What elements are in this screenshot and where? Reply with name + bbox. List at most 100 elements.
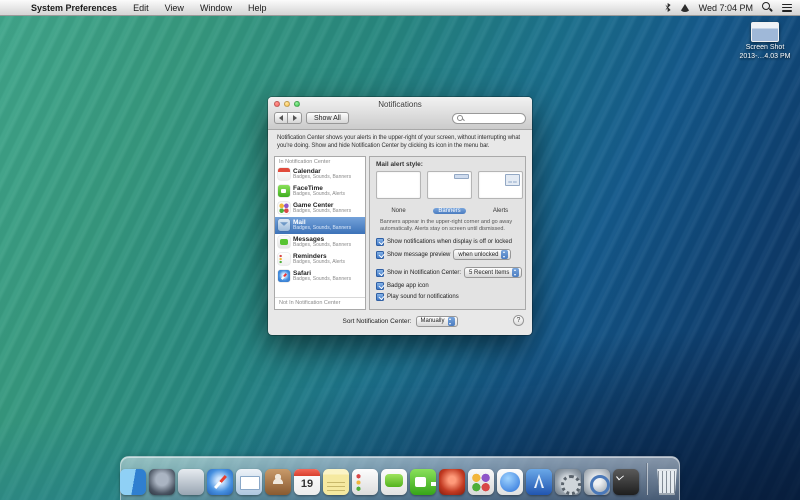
calendar-dock-icon[interactable]: 19 (294, 469, 320, 495)
checkbox-label: Show message preview (387, 252, 450, 258)
menu-bar-clock[interactable]: Wed 7:04 PM (699, 3, 753, 13)
popup-value: 5 Recent Items (469, 270, 509, 276)
sort-label: Sort Notification Center: (342, 318, 411, 325)
screenshot-label-line1: Screen Shot (736, 44, 794, 53)
bluetooth-icon[interactable] (665, 3, 671, 12)
app-row-game-center[interactable]: Game CenterBadges, Sounds, Banners (275, 200, 365, 217)
calendar-day: 19 (294, 477, 320, 492)
banner-preview-graphic (454, 174, 469, 179)
checkbox-row-show-in-nc[interactable]: Show in Notification Center: 5 Recent It… (376, 267, 519, 278)
app-row-calendar[interactable]: CalendarBadges, Sounds, Banners (275, 166, 365, 183)
facetime-dock-icon[interactable] (410, 469, 436, 495)
checkbox-label: Show notifications when display is off o… (387, 239, 512, 245)
app-store-dock-icon[interactable] (526, 469, 552, 495)
menu-help[interactable]: Help (241, 0, 274, 16)
system-preferences-dock-icon[interactable] (555, 469, 581, 495)
checkbox-label: Show in Notification Center: (387, 270, 461, 276)
alert-style-banners[interactable]: Banners (427, 171, 472, 217)
alert-style-alerts-preview[interactable] (478, 171, 523, 199)
show-all-button[interactable]: Show All (306, 112, 349, 124)
app-row-mail[interactable]: MailBadges, Sounds, Banners (275, 217, 365, 234)
messages-app-icon (278, 236, 290, 248)
notification-app-list: In Notification Center CalendarBadges, S… (274, 156, 366, 310)
menu-bar: System Preferences Edit View Window Help… (0, 0, 800, 16)
window-titlebar[interactable]: Notifications (268, 97, 532, 111)
checkbox-row-badge[interactable]: Badge app icon (376, 282, 519, 290)
help-button[interactable]: ? (513, 315, 524, 326)
toolbar-search-field[interactable] (452, 113, 526, 124)
itunes-dock-icon[interactable] (497, 469, 523, 495)
terminal-dock-icon[interactable] (613, 469, 639, 495)
back-button[interactable] (274, 112, 288, 124)
forward-button[interactable] (288, 112, 302, 124)
dock-items: 19 (121, 457, 679, 500)
contacts-dock-icon[interactable] (265, 469, 291, 495)
safari-dock-icon[interactable] (207, 469, 233, 495)
forward-arrow-icon (293, 115, 297, 121)
section-header-not-in: Not In Notification Center (275, 297, 365, 309)
wifi-icon[interactable] (680, 4, 690, 12)
checkbox-sound[interactable] (376, 293, 384, 301)
facetime-app-icon (278, 185, 290, 197)
checkbox-display-off[interactable] (376, 238, 384, 246)
pane-description: Notification Center shows your alerts in… (268, 130, 532, 156)
spotlight-icon[interactable] (762, 2, 773, 13)
window-footer: Sort Notification Center: Manually ? (268, 310, 532, 335)
alert-style-alerts-label: Alerts (488, 208, 513, 214)
mission-control-dock-icon[interactable] (178, 469, 204, 495)
app-detail: Badges, Sounds, Banners (293, 277, 351, 283)
alert-style-none-preview[interactable] (376, 171, 421, 199)
notes-dock-icon[interactable] (323, 469, 349, 495)
alert-style-banners-preview[interactable] (427, 171, 472, 199)
app-row-reminders[interactable]: RemindersBadges, Sounds, Alerts (275, 251, 365, 268)
alert-style-banners-label: Banners (433, 208, 465, 214)
app-row-messages[interactable]: MessagesBadges, Sounds, Banners (275, 234, 365, 251)
notification-center-icon[interactable] (782, 4, 792, 12)
app-detail: Badges, Sounds, Banners (293, 243, 351, 249)
app-detail: Badges, Sounds, Alerts (293, 260, 345, 266)
mail-dock-icon[interactable] (236, 469, 262, 495)
recent-items-popup[interactable]: 5 Recent Items (464, 267, 522, 278)
close-button[interactable] (274, 101, 280, 107)
apple-menu[interactable] (8, 2, 22, 14)
menu-edit[interactable]: Edit (126, 0, 156, 16)
system-preferences-window: Notifications Show All Notification Cent… (268, 97, 532, 335)
sort-popup[interactable]: Manually (416, 316, 458, 327)
launchpad-dock-icon[interactable] (149, 469, 175, 495)
message-preview-popup[interactable]: when unlocked (453, 249, 511, 260)
app-row-safari[interactable]: SafariBadges, Sounds, Banners (275, 268, 365, 285)
reminders-app-icon (278, 253, 290, 265)
alert-style-none[interactable]: None (376, 171, 421, 217)
messages-dock-icon[interactable] (381, 469, 407, 495)
menu-view[interactable]: View (158, 0, 191, 16)
checkbox-row-sound[interactable]: Play sound for notifications (376, 293, 519, 301)
screenshot-label-line2: 2013-…4.03 PM (736, 53, 794, 62)
menu-app-name[interactable]: System Preferences (24, 0, 124, 16)
trash-dock-icon[interactable] (654, 469, 680, 495)
reminders-dock-icon[interactable] (352, 469, 378, 495)
menu-window[interactable]: Window (193, 0, 239, 16)
app-detail: Badges, Sounds, Banners (293, 226, 351, 232)
checkbox-message-preview[interactable] (376, 251, 384, 259)
back-arrow-icon (279, 115, 283, 121)
checkbox-badge[interactable] (376, 282, 384, 290)
checkbox-row-message-preview[interactable]: Show message preview when unlocked (376, 249, 519, 260)
minimize-button[interactable] (284, 101, 290, 107)
alert-style-alerts[interactable]: Alerts (478, 171, 523, 217)
checkbox-show-in-nc[interactable] (376, 269, 384, 277)
game-center-app-icon (278, 202, 290, 214)
alert-style-none-label: None (386, 208, 410, 214)
checkbox-row-display-off[interactable]: Show notifications when display is off o… (376, 238, 519, 246)
photo-booth-dock-icon[interactable] (439, 469, 465, 495)
alert-style-note: Banners appear in the upper-right corner… (380, 219, 526, 234)
search-input[interactable] (466, 115, 521, 121)
game-center-dock-icon[interactable] (468, 469, 494, 495)
dock: 19 (120, 456, 680, 500)
zoom-button[interactable] (294, 101, 300, 107)
safari-app-icon (278, 270, 290, 282)
mail-app-icon (278, 219, 290, 231)
desktop-file-screenshot[interactable]: Screen Shot 2013-…4.03 PM (736, 22, 794, 62)
app-row-facetime[interactable]: FaceTimeBadges, Sounds, Alerts (275, 183, 365, 200)
quicktime-dock-icon[interactable] (584, 469, 610, 495)
finder-dock-icon[interactable] (120, 469, 146, 495)
